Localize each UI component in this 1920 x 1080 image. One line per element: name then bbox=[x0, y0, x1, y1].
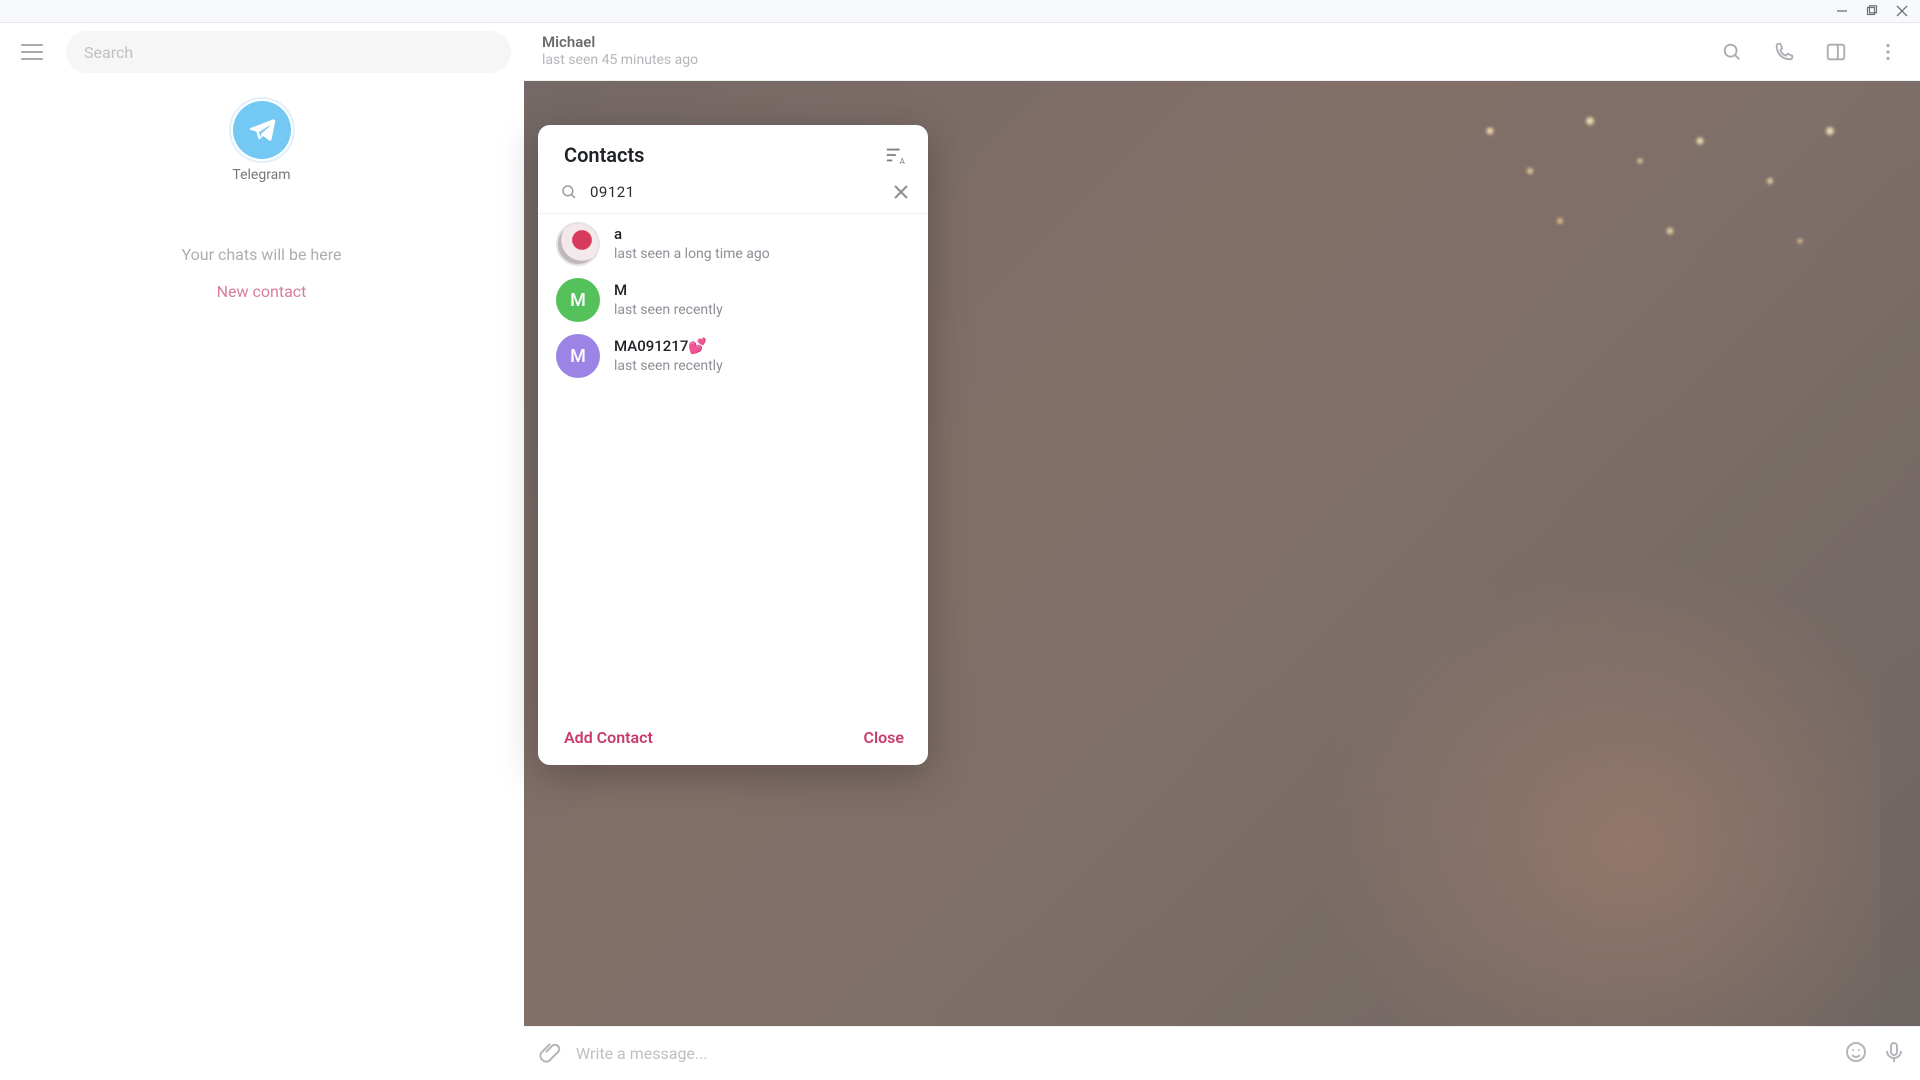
contacts-modal-footer: Add Contact Close bbox=[538, 714, 928, 765]
contact-status: last seen a long time ago bbox=[614, 245, 770, 263]
more-button[interactable] bbox=[1866, 30, 1910, 74]
chat-header: Michael last seen 45 minutes ago bbox=[524, 23, 1920, 81]
window-close-icon[interactable] bbox=[1896, 2, 1908, 21]
contact-name: a bbox=[614, 225, 770, 245]
menu-button[interactable] bbox=[12, 32, 52, 72]
message-input[interactable]: Write a message... bbox=[576, 1044, 1830, 1063]
smile-icon bbox=[1844, 1040, 1868, 1064]
window-minimize-icon[interactable] bbox=[1836, 2, 1848, 21]
paperclip-icon bbox=[538, 1040, 562, 1064]
attach-button[interactable] bbox=[538, 1040, 562, 1068]
contact-meta: MA091217💕last seen recently bbox=[614, 337, 723, 375]
telegram-logo-label: Telegram bbox=[232, 167, 290, 183]
microphone-icon bbox=[1882, 1040, 1906, 1064]
window-titlebar bbox=[0, 0, 1920, 23]
contact-row[interactable]: M MA091217💕last seen recently bbox=[538, 328, 928, 384]
search-icon bbox=[1721, 41, 1743, 63]
chat-title-block[interactable]: Michael last seen 45 minutes ago bbox=[542, 33, 698, 69]
contacts-modal: Contacts A alast seen a long time agoMMl… bbox=[538, 125, 928, 765]
empty-chats-hint: Your chats will be here bbox=[182, 245, 342, 264]
chat-status: last seen 45 minutes ago bbox=[542, 52, 698, 70]
side-panel-button[interactable] bbox=[1814, 30, 1858, 74]
global-search-input[interactable]: Search bbox=[66, 31, 511, 73]
left-top-bar: Search bbox=[0, 23, 523, 81]
chat-title: Michael bbox=[542, 33, 698, 52]
left-empty-state: Telegram Your chats will be here New con… bbox=[0, 81, 523, 1080]
voice-button[interactable] bbox=[1882, 1040, 1906, 1068]
avatar: M bbox=[556, 334, 600, 378]
contact-status: last seen recently bbox=[614, 357, 723, 375]
search-icon bbox=[560, 183, 578, 201]
emoji-button[interactable] bbox=[1844, 1040, 1868, 1068]
phone-icon bbox=[1773, 41, 1795, 63]
panel-icon bbox=[1825, 41, 1847, 63]
search-placeholder: Search bbox=[84, 43, 133, 62]
sort-icon: A bbox=[884, 145, 906, 165]
avatar: M bbox=[556, 278, 600, 322]
contacts-modal-title: Contacts bbox=[564, 143, 644, 167]
contacts-search-row bbox=[538, 175, 928, 214]
app-root: Search Telegram Your chats will be here … bbox=[0, 23, 1920, 1080]
contact-name: MA091217💕 bbox=[614, 337, 723, 357]
contacts-sort-button[interactable]: A bbox=[884, 145, 906, 165]
avatar bbox=[556, 222, 600, 266]
saved-messages-shortcut[interactable]: Telegram bbox=[232, 101, 290, 183]
contact-status: last seen recently bbox=[614, 301, 723, 319]
contact-row[interactable]: alast seen a long time ago bbox=[538, 216, 928, 272]
contact-meta: Mlast seen recently bbox=[614, 281, 723, 319]
kebab-icon bbox=[1877, 41, 1899, 63]
contact-row[interactable]: MMlast seen recently bbox=[538, 272, 928, 328]
hamburger-icon bbox=[21, 43, 43, 61]
window-maximize-icon[interactable] bbox=[1866, 2, 1878, 21]
add-contact-button[interactable]: Add Contact bbox=[564, 728, 653, 747]
close-icon bbox=[892, 183, 910, 201]
svg-text:A: A bbox=[900, 156, 906, 165]
chat-search-button[interactable] bbox=[1710, 30, 1754, 74]
chat-input-bar: Write a message... bbox=[524, 1026, 1920, 1080]
telegram-logo-icon bbox=[233, 101, 291, 159]
new-contact-link[interactable]: New contact bbox=[217, 282, 307, 301]
call-button[interactable] bbox=[1762, 30, 1806, 74]
contacts-list: alast seen a long time agoMMlast seen re… bbox=[538, 214, 928, 714]
contact-meta: alast seen a long time ago bbox=[614, 225, 770, 263]
contacts-search-input[interactable] bbox=[590, 183, 880, 201]
close-modal-button[interactable]: Close bbox=[863, 728, 904, 747]
contacts-modal-header: Contacts A bbox=[538, 125, 928, 175]
clear-search-button[interactable] bbox=[892, 183, 910, 201]
chat-actions bbox=[1710, 30, 1910, 74]
left-panel: Search Telegram Your chats will be here … bbox=[0, 23, 524, 1080]
contact-name: M bbox=[614, 281, 723, 301]
